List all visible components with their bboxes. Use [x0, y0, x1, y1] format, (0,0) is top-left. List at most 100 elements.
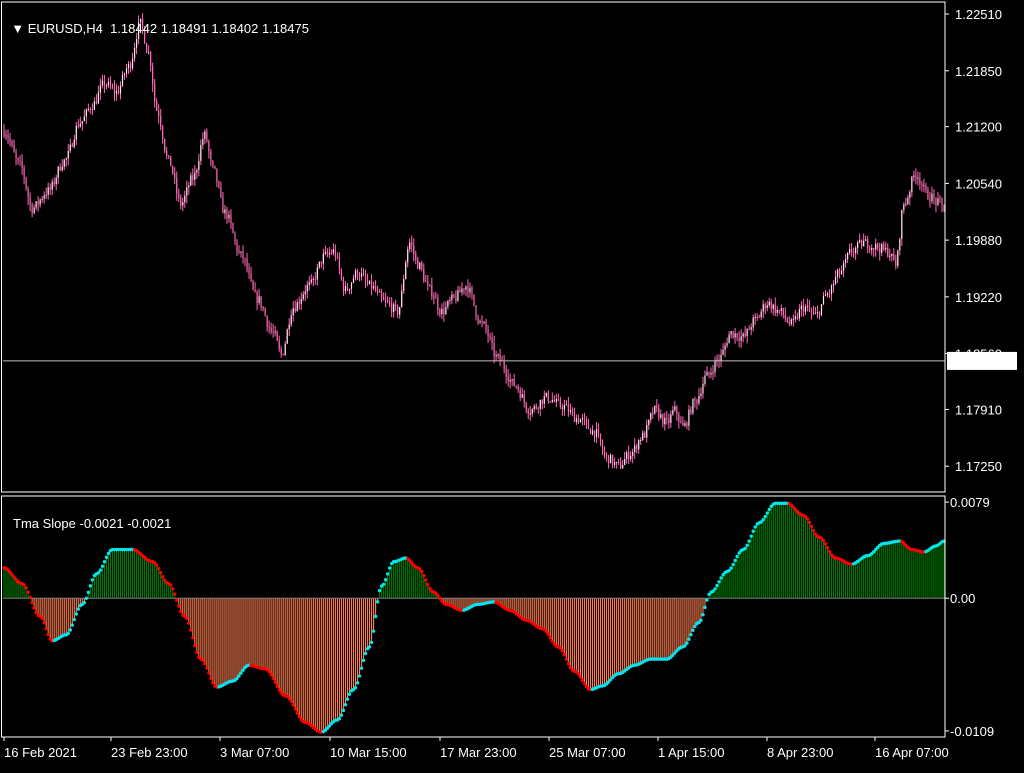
candle	[531, 407, 533, 417]
candle-body	[366, 281, 369, 284]
candle-body	[575, 418, 578, 422]
slope-dot	[187, 621, 191, 625]
candle	[427, 274, 429, 291]
candle	[461, 282, 463, 296]
candle	[800, 301, 802, 317]
slope-dot	[239, 671, 243, 675]
slope-dot	[191, 636, 195, 640]
candle	[931, 186, 933, 204]
candle-body	[405, 262, 407, 280]
candle	[573, 407, 576, 422]
candle	[366, 273, 369, 287]
candle	[834, 270, 837, 286]
candle	[278, 335, 280, 353]
candle-body	[654, 405, 656, 414]
candle	[441, 303, 443, 320]
chart-canvas[interactable]: 1.22510 1.21850 1.21200 1.20540 1.19880 1.192…	[0, 0, 1024, 768]
slope-dot	[751, 529, 755, 533]
candle	[362, 268, 365, 277]
candle	[51, 178, 53, 196]
candle	[937, 192, 939, 207]
candle-body	[192, 175, 194, 180]
candle	[168, 155, 170, 160]
candle	[690, 406, 692, 415]
slope-dot	[76, 607, 81, 611]
candle	[678, 411, 680, 429]
candle-body	[154, 84, 156, 102]
candle-body	[208, 141, 210, 152]
slope-dot	[158, 570, 163, 575]
price-tick-label: 1.17250	[955, 459, 1002, 474]
candle	[808, 300, 811, 313]
candle	[194, 165, 196, 186]
slope-dot	[193, 643, 197, 648]
time-tick-label: 1 Apr 15:00	[658, 745, 725, 760]
candle-body	[441, 308, 443, 315]
candle	[812, 305, 815, 315]
candle	[352, 274, 355, 284]
candle	[425, 274, 427, 283]
candle-body	[244, 258, 246, 260]
candle-body	[25, 177, 27, 189]
candle	[618, 458, 620, 466]
slope-dot	[24, 586, 28, 590]
candle-body	[258, 296, 260, 303]
candle	[487, 324, 489, 344]
candle-body	[499, 354, 501, 361]
candle	[246, 252, 248, 273]
slope-dot	[297, 714, 301, 719]
candle-body	[840, 270, 843, 274]
candle	[921, 181, 923, 192]
candle	[581, 413, 584, 426]
candle-body	[294, 308, 296, 312]
candle-body	[609, 454, 612, 464]
candle	[644, 430, 646, 438]
candle	[792, 314, 794, 327]
slope-dot	[566, 661, 571, 666]
candle-body	[760, 311, 762, 318]
candle-body	[411, 242, 413, 245]
chart-window[interactable]: 1.22510 1.21850 1.21200 1.20540 1.19880 1.192…	[0, 0, 1024, 768]
candle-body	[784, 314, 786, 319]
candle-body	[686, 423, 688, 426]
candle-body	[776, 309, 778, 313]
candle-body	[133, 47, 136, 59]
candle	[433, 292, 435, 305]
candle	[660, 409, 662, 420]
candle	[378, 288, 381, 294]
candle	[569, 403, 572, 415]
candle	[485, 318, 487, 334]
candle	[756, 313, 758, 321]
candle-body	[89, 108, 91, 110]
slope-dot	[701, 612, 705, 617]
candle-body	[509, 380, 511, 382]
candle-body	[620, 462, 622, 469]
collapse-triangle-icon[interactable]: ▼	[11, 21, 27, 36]
candle	[300, 292, 302, 311]
candle	[328, 247, 330, 259]
candle-body	[180, 197, 182, 206]
candle	[630, 451, 632, 462]
candle	[579, 418, 582, 423]
candle-body	[389, 301, 391, 304]
candle	[786, 316, 788, 324]
slope-dot	[691, 628, 695, 632]
candle-body	[802, 305, 804, 312]
candle	[587, 419, 590, 430]
slope-dot	[807, 520, 812, 525]
candle-body	[354, 270, 357, 279]
candle-body	[905, 203, 907, 205]
candle-body	[521, 394, 523, 398]
candle-body	[5, 135, 7, 137]
candle	[423, 263, 425, 284]
candle-body	[766, 305, 768, 308]
candle	[437, 293, 439, 316]
candle-body	[706, 371, 708, 376]
candle-body	[198, 160, 200, 171]
slope-dot	[558, 646, 563, 650]
candle-body	[939, 198, 941, 200]
slope-dot	[355, 681, 360, 685]
candle-body	[836, 269, 839, 277]
candle-body	[168, 155, 170, 157]
candle-body	[895, 260, 897, 266]
